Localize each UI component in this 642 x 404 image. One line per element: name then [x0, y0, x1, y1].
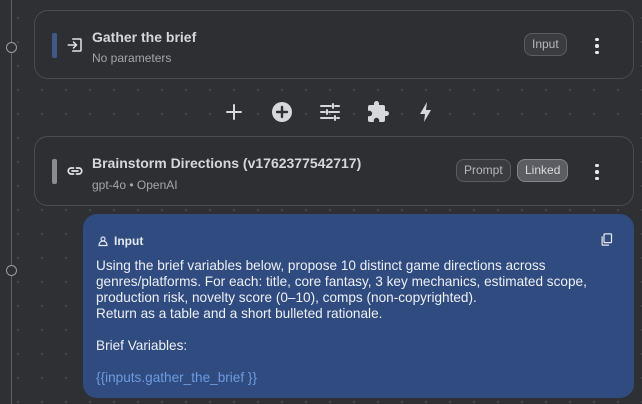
plus-icon[interactable]	[222, 100, 246, 124]
linked-badge[interactable]: Linked	[517, 159, 569, 182]
node-accent-bar	[52, 159, 57, 184]
more-options-icon[interactable]	[590, 36, 604, 56]
node-gather-brief[interactable]: Gather the brief No parameters Input	[34, 10, 634, 79]
prompt-header: Input	[97, 234, 143, 248]
input-arrow-icon	[67, 38, 82, 52]
node-accent-bar	[52, 33, 57, 58]
add-circle-icon[interactable]	[270, 100, 294, 124]
bolt-icon[interactable]	[414, 100, 438, 124]
node-title: Gather the brief	[92, 29, 197, 45]
prompt-label: Input	[114, 234, 144, 248]
prompt-variable-reference[interactable]: {{inputs.gather_the_brief }}	[96, 370, 257, 385]
prompt-badge: Prompt	[456, 159, 511, 182]
rail-connector-dot[interactable]	[6, 42, 17, 53]
node-brainstorm-directions[interactable]: Brainstorm Directions (v1762377542717) g…	[34, 136, 634, 206]
prompt-text: Using the brief variables below, propose…	[96, 258, 624, 354]
more-options-icon[interactable]	[590, 162, 604, 182]
copy-icon[interactable]	[599, 232, 614, 247]
link-icon	[67, 167, 83, 175]
person-icon	[98, 236, 108, 247]
sliders-icon[interactable]	[318, 100, 342, 124]
prompt-input-card[interactable]: Input Using the brief variables below, p…	[83, 214, 634, 398]
rail-connector-dot[interactable]	[6, 265, 17, 276]
node-subtitle: gpt-4o • OpenAI	[92, 178, 178, 192]
puzzle-icon[interactable]	[366, 100, 390, 124]
prompt-body-text: Using the brief variables below, propose…	[96, 258, 587, 353]
input-badge: Input	[524, 33, 567, 56]
flow-rail	[11, 0, 12, 404]
node-title: Brainstorm Directions (v1762377542717)	[92, 155, 362, 171]
node-subtitle: No parameters	[92, 51, 172, 65]
